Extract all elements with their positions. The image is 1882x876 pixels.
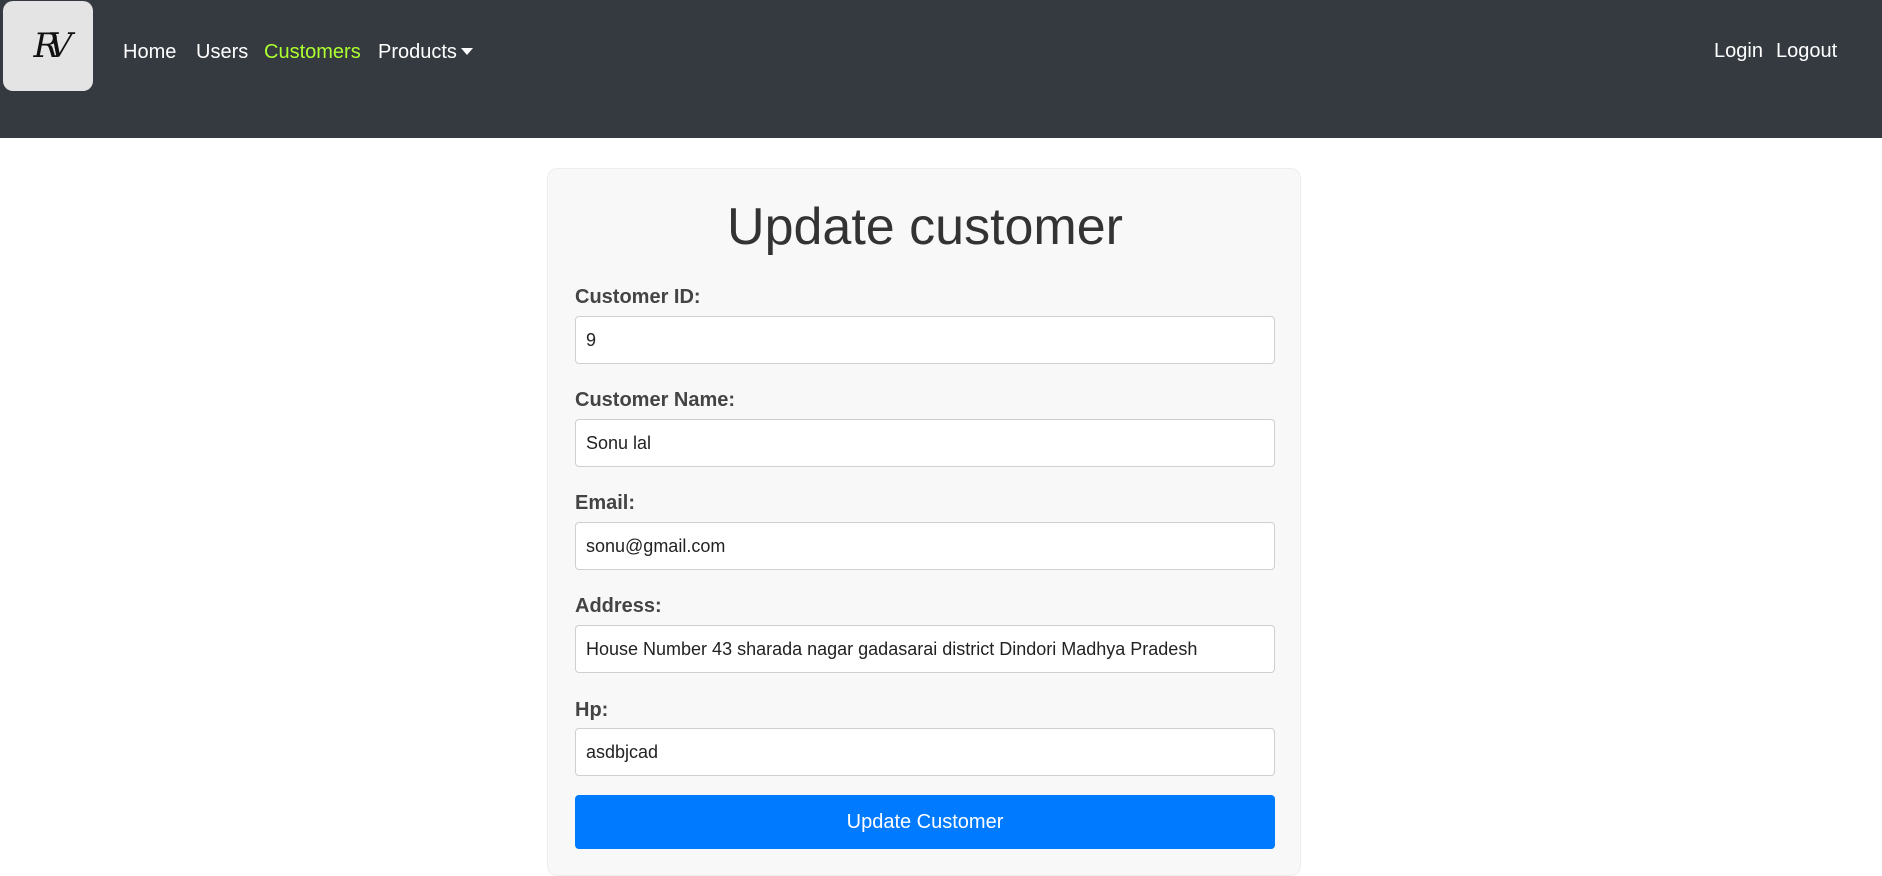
customer-id-label: Customer ID: bbox=[575, 286, 701, 308]
page-title: Update customer bbox=[727, 198, 1123, 256]
nav-link-home[interactable]: Home bbox=[123, 38, 176, 66]
customer-name-input[interactable]: Sonu lal bbox=[575, 419, 1275, 467]
email-input[interactable]: sonu@gmail.com bbox=[575, 522, 1275, 570]
customer-id-input[interactable]: 9 bbox=[575, 316, 1275, 364]
nav-link-users[interactable]: Users bbox=[196, 38, 248, 66]
hp-label: Hp: bbox=[575, 699, 609, 721]
update-customer-card: Update customer Customer ID: 9 Customer … bbox=[547, 168, 1301, 876]
address-input[interactable]: House Number 43 sharada nagar gadasarai … bbox=[575, 625, 1275, 673]
hp-input[interactable]: asdbjcad bbox=[575, 728, 1275, 776]
navbar: RV Home Users Customers Products Login L… bbox=[0, 0, 1882, 138]
nav-dropdown-products[interactable]: Products bbox=[378, 38, 473, 66]
nav-link-customers[interactable]: Customers bbox=[264, 38, 361, 66]
email-label: Email: bbox=[575, 492, 636, 514]
login-link[interactable]: Login bbox=[1714, 37, 1763, 65]
logout-link[interactable]: Logout bbox=[1776, 37, 1837, 65]
nav-link-products-label: Products bbox=[378, 41, 457, 63]
address-label: Address: bbox=[575, 595, 662, 617]
customer-name-label: Customer Name: bbox=[575, 389, 736, 411]
caret-down-icon bbox=[460, 47, 473, 55]
logo-mark: RV bbox=[33, 26, 73, 66]
update-customer-button[interactable]: Update Customer bbox=[575, 795, 1275, 849]
logo[interactable]: RV bbox=[3, 1, 93, 91]
